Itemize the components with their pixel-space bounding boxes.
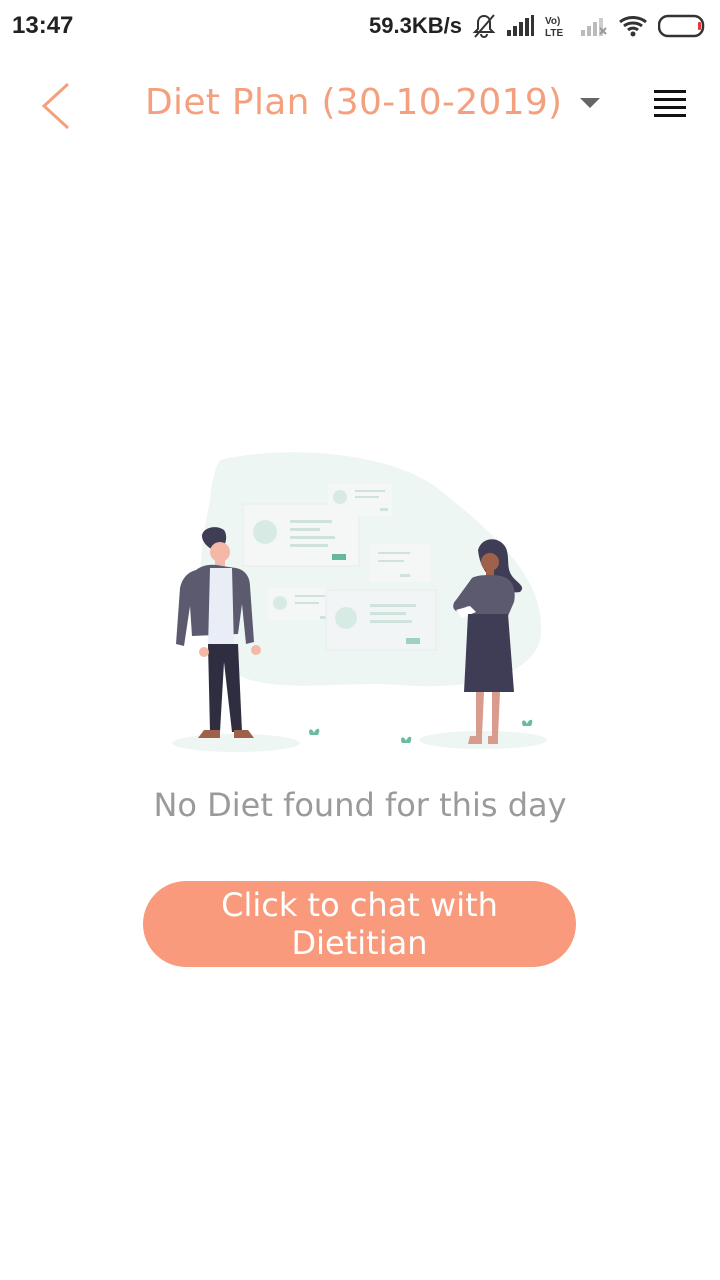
- list-icon: [654, 90, 686, 117]
- network-speed: 59.3KB/s: [369, 13, 462, 38]
- app-bar: Diet Plan (30-10-2019): [0, 60, 720, 152]
- status-icons: 59.3KB/s Vo) LTE: [369, 13, 708, 39]
- wifi-icon: [618, 14, 648, 38]
- empty-state-message: No Diet found for this day: [153, 786, 567, 824]
- signal-icon: [506, 15, 534, 37]
- screen: 13:47 59.3KB/s Vo) LTE Diet Plan (30-10-…: [0, 0, 720, 1280]
- caret-down-icon: [580, 97, 601, 108]
- signal-weak-icon: [580, 15, 608, 37]
- battery-icon: [658, 14, 708, 38]
- status-time: 13:47: [12, 12, 74, 39]
- status-bar: 13:47 59.3KB/s Vo) LTE: [0, 0, 720, 52]
- bell-off-icon: [472, 13, 496, 39]
- svg-text:Vo): Vo): [545, 16, 560, 27]
- svg-text:LTE: LTE: [545, 28, 563, 38]
- lte-icon: Vo) LTE: [544, 14, 570, 38]
- page-title: Diet Plan (30-10-2019): [145, 82, 563, 123]
- chevron-left-icon: [41, 82, 70, 130]
- date-selector[interactable]: Diet Plan (30-10-2019): [145, 82, 601, 123]
- back-button[interactable]: [30, 78, 86, 134]
- empty-state-illustration: [172, 452, 547, 752]
- chat-with-dietitian-button[interactable]: Click to chat with Dietitian: [143, 881, 576, 967]
- menu-button[interactable]: [650, 88, 690, 124]
